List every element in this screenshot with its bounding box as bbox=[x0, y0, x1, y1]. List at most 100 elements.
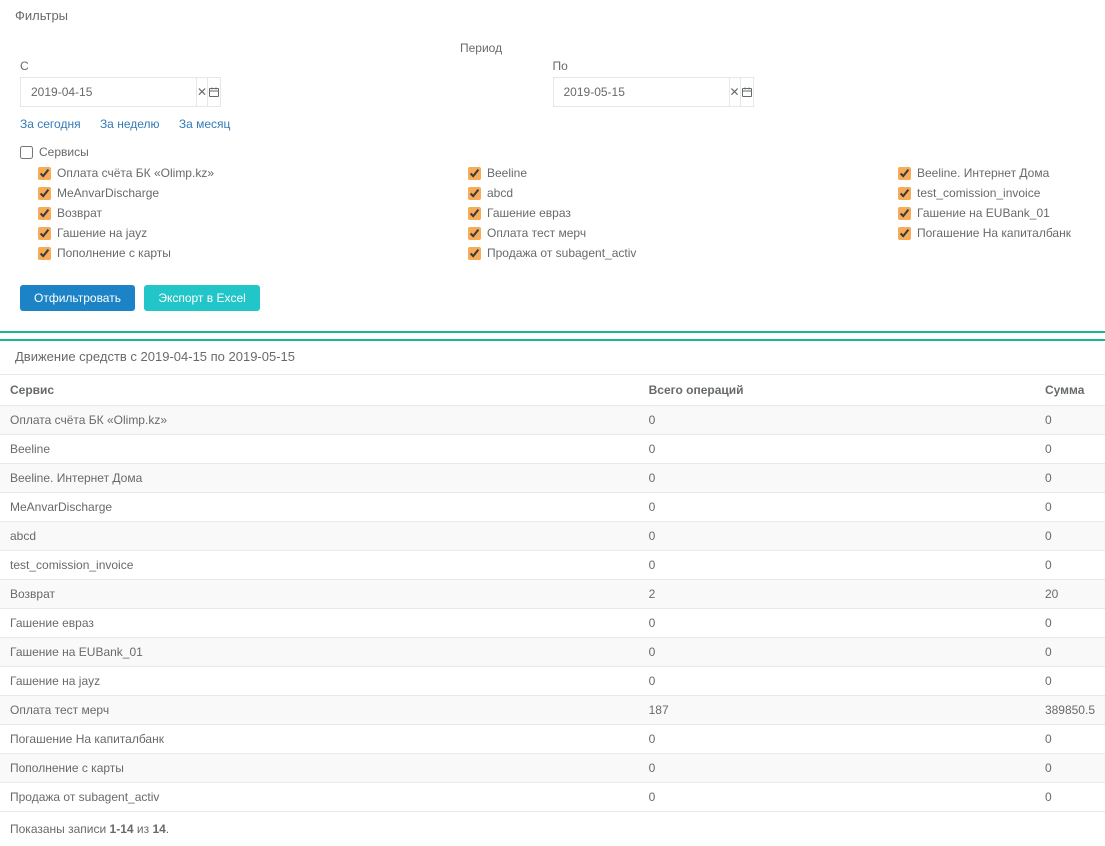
service-checkbox[interactable] bbox=[468, 227, 481, 240]
quick-today-link[interactable]: За сегодня bbox=[20, 117, 81, 131]
service-item: Погашение На капиталбанк bbox=[880, 223, 1071, 243]
col-ops: Всего операций bbox=[639, 375, 1035, 406]
date-to-input[interactable] bbox=[553, 77, 729, 107]
table-row: MeAnvarDischarge00 bbox=[0, 493, 1105, 522]
col-service: Сервис bbox=[0, 375, 639, 406]
date-from-input[interactable] bbox=[20, 77, 196, 107]
service-item: Гашение евраз bbox=[450, 203, 880, 223]
service-checkbox[interactable] bbox=[38, 207, 51, 220]
cell-sum: 0 bbox=[1035, 638, 1105, 667]
service-label: test_comission_invoice bbox=[917, 186, 1040, 200]
cell-service: Продажа от subagent_activ bbox=[0, 783, 639, 812]
cell-sum: 0 bbox=[1035, 754, 1105, 783]
service-label: Гашение евраз bbox=[487, 206, 571, 220]
cell-ops: 0 bbox=[639, 754, 1035, 783]
service-label: Погашение На капиталбанк bbox=[917, 226, 1071, 240]
service-item: Возврат bbox=[20, 203, 450, 223]
cell-ops: 0 bbox=[639, 406, 1035, 435]
cell-ops: 0 bbox=[639, 725, 1035, 754]
service-checkbox[interactable] bbox=[38, 187, 51, 200]
service-label: Beeline. Интернет Дома bbox=[917, 166, 1049, 180]
service-checkbox[interactable] bbox=[38, 247, 51, 260]
cell-service: MeAnvarDischarge bbox=[0, 493, 639, 522]
to-label: По bbox=[553, 59, 1071, 73]
services-label: Сервисы bbox=[39, 145, 89, 159]
service-checkbox[interactable] bbox=[468, 207, 481, 220]
cell-service: Beeline. Интернет Дома bbox=[0, 464, 639, 493]
table-row: Оплата тест мерч187389850.5 bbox=[0, 696, 1105, 725]
service-label: abcd bbox=[487, 186, 513, 200]
service-label: Гашение на jayz bbox=[57, 226, 147, 240]
cell-service: Гашение на jayz bbox=[0, 667, 639, 696]
table-row: test_comission_invoice00 bbox=[0, 551, 1105, 580]
services-all-checkbox[interactable] bbox=[20, 146, 33, 159]
cell-ops: 0 bbox=[639, 609, 1035, 638]
table-row: Возврат220 bbox=[0, 580, 1105, 609]
filter-button[interactable]: Отфильтровать bbox=[20, 285, 135, 311]
service-label: MeAnvarDischarge bbox=[57, 186, 159, 200]
service-label: Возврат bbox=[57, 206, 102, 220]
cell-sum: 0 bbox=[1035, 522, 1105, 551]
cell-sum: 0 bbox=[1035, 725, 1105, 754]
service-checkbox[interactable] bbox=[898, 187, 911, 200]
quick-month-link[interactable]: За месяц bbox=[179, 117, 231, 131]
cell-sum: 0 bbox=[1035, 667, 1105, 696]
cell-sum: 0 bbox=[1035, 551, 1105, 580]
service-label: Гашение на EUBank_01 bbox=[917, 206, 1050, 220]
service-label: Оплата тест мерч bbox=[487, 226, 586, 240]
service-item: abcd bbox=[450, 183, 880, 203]
cell-ops: 2 bbox=[639, 580, 1035, 609]
calendar-to-icon[interactable] bbox=[741, 77, 754, 107]
cell-ops: 0 bbox=[639, 522, 1035, 551]
service-checkbox[interactable] bbox=[468, 167, 481, 180]
cell-sum: 0 bbox=[1035, 406, 1105, 435]
report-heading: Движение средств с 2019-04-15 по 2019-05… bbox=[0, 339, 1105, 372]
service-checkbox[interactable] bbox=[468, 247, 481, 260]
cell-ops: 0 bbox=[639, 493, 1035, 522]
pager-info: Показаны записи 1-14 из 14. bbox=[0, 812, 1105, 846]
calendar-from-icon[interactable] bbox=[208, 77, 221, 107]
cell-sum: 389850.5 bbox=[1035, 696, 1105, 725]
service-item: Продажа от subagent_activ bbox=[450, 243, 880, 263]
cell-ops: 0 bbox=[639, 435, 1035, 464]
cell-service: Погашение На капиталбанк bbox=[0, 725, 639, 754]
filters-heading: Фильтры bbox=[0, 0, 1105, 31]
table-row: Гашение на jayz00 bbox=[0, 667, 1105, 696]
service-checkbox[interactable] bbox=[38, 167, 51, 180]
export-button[interactable]: Экспорт в Excel bbox=[144, 285, 259, 311]
table-row: Погашение На капиталбанк00 bbox=[0, 725, 1105, 754]
service-item: Beeline. Интернет Дома bbox=[880, 163, 1071, 183]
service-item: Пополнение с карты bbox=[20, 243, 450, 263]
cell-ops: 0 bbox=[639, 551, 1035, 580]
service-item: Оплата счёта БК «Olimp.kz» bbox=[20, 163, 450, 183]
quick-week-link[interactable]: За неделю bbox=[100, 117, 160, 131]
cell-ops: 0 bbox=[639, 464, 1035, 493]
clear-from-icon[interactable]: ✕ bbox=[196, 77, 208, 107]
period-label: Период bbox=[460, 41, 1085, 59]
table-row: Продажа от subagent_activ00 bbox=[0, 783, 1105, 812]
cell-service: Оплата счёта БК «Olimp.kz» bbox=[0, 406, 639, 435]
table-row: Гашение на EUBank_0100 bbox=[0, 638, 1105, 667]
service-checkbox[interactable] bbox=[898, 207, 911, 220]
service-label: Пополнение с карты bbox=[57, 246, 171, 260]
table-row: Beeline00 bbox=[0, 435, 1105, 464]
service-checkbox[interactable] bbox=[38, 227, 51, 240]
cell-service: abcd bbox=[0, 522, 639, 551]
cell-sum: 0 bbox=[1035, 609, 1105, 638]
table-row: abcd00 bbox=[0, 522, 1105, 551]
service-checkbox[interactable] bbox=[898, 167, 911, 180]
service-checkbox[interactable] bbox=[468, 187, 481, 200]
cell-service: Оплата тест мерч bbox=[0, 696, 639, 725]
cell-service: test_comission_invoice bbox=[0, 551, 639, 580]
service-checkbox[interactable] bbox=[898, 227, 911, 240]
service-item: Оплата тест мерч bbox=[450, 223, 880, 243]
cell-sum: 0 bbox=[1035, 783, 1105, 812]
table-row: Пополнение с карты00 bbox=[0, 754, 1105, 783]
service-item: MeAnvarDischarge bbox=[20, 183, 450, 203]
service-item: Гашение на EUBank_01 bbox=[880, 203, 1071, 223]
service-label: Beeline bbox=[487, 166, 527, 180]
clear-to-icon[interactable]: ✕ bbox=[729, 77, 741, 107]
table-row: Гашение евраз00 bbox=[0, 609, 1105, 638]
table-row: Оплата счёта БК «Olimp.kz»00 bbox=[0, 406, 1105, 435]
cell-ops: 0 bbox=[639, 638, 1035, 667]
